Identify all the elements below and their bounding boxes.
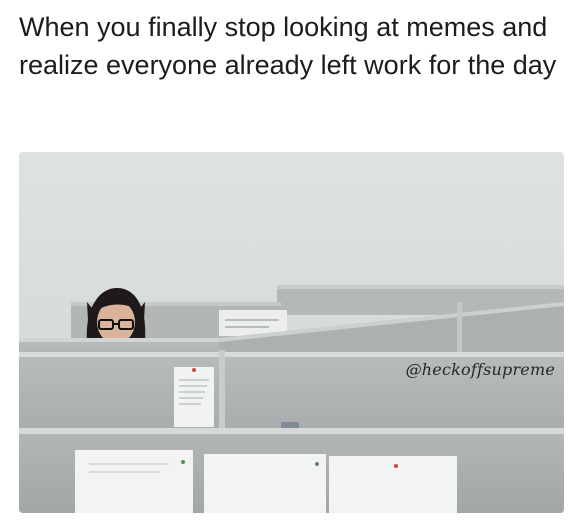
cubicle-scene [19,152,564,513]
pinned-note [174,367,214,427]
meme-caption: When you finally stop looking at memes a… [19,12,557,80]
front-paper-2 [204,454,326,513]
watermark-handle: @heckoffsupreme [405,360,555,379]
office-photo: @heckoffsupreme [19,152,564,513]
front-paper-3 [329,456,457,513]
meme-post: When you finally stop looking at memes a… [0,0,582,525]
front-paper-1 [75,450,193,513]
